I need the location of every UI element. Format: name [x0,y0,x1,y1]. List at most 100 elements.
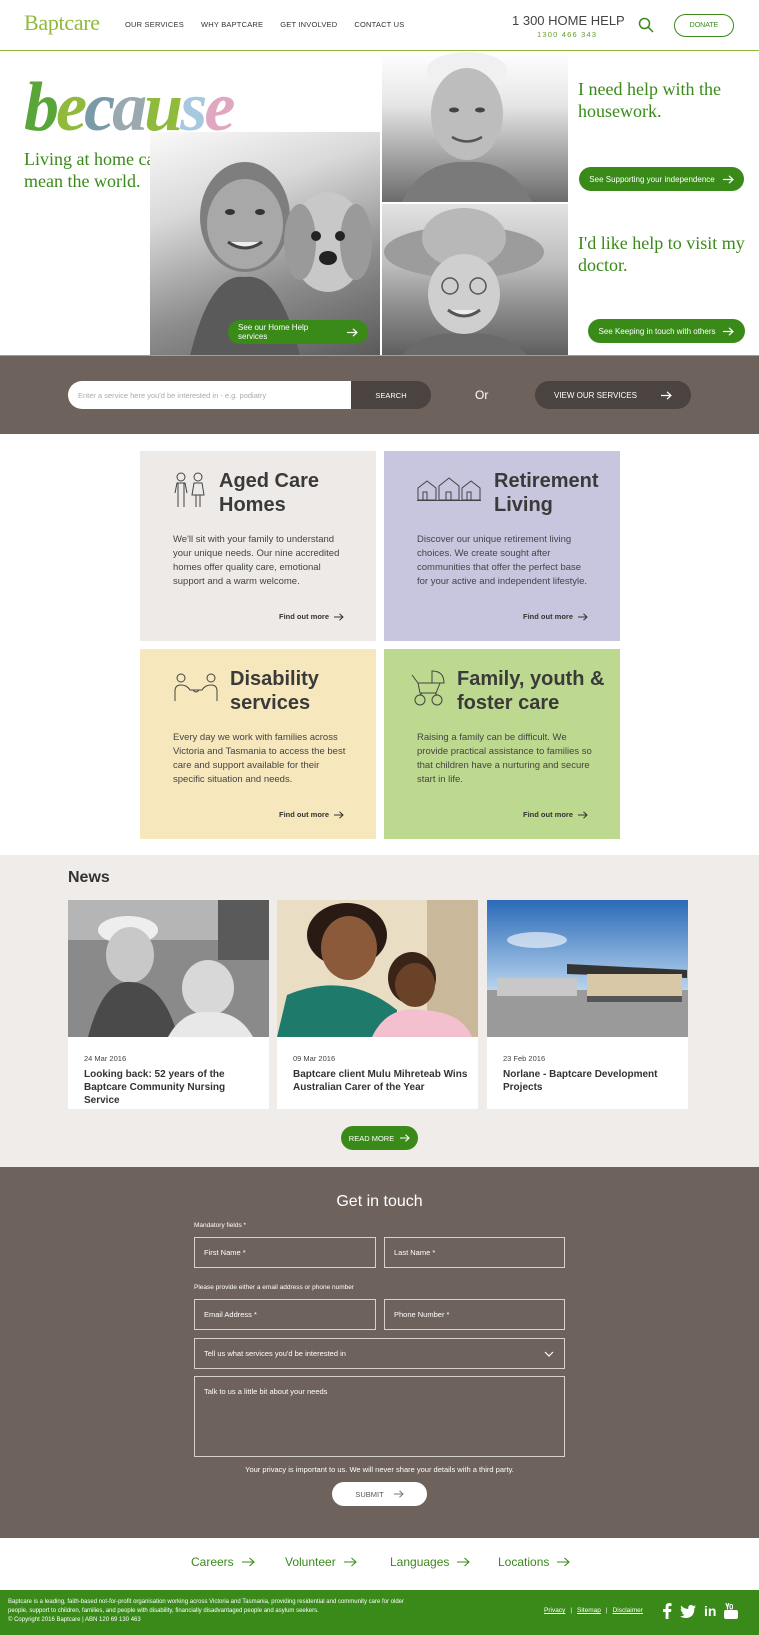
card-title: Family, youth & foster care [457,668,605,714]
arrow-right-icon [723,326,735,336]
facebook-icon[interactable] [662,1603,672,1619]
hero-banner: because because Living at home can mean … [0,52,759,356]
carer-and-child-photo [277,900,478,1037]
donate-button[interactable]: DONATE [674,14,734,37]
news-card[interactable]: 23 Feb 2016 Norlane - Baptcare Developme… [487,900,688,1109]
volunteer-label: Volunteer [285,1555,336,1569]
news-title[interactable]: Norlane - Baptcare Development Projects [503,1068,681,1094]
search-button[interactable]: SEARCH [351,381,431,409]
first-name-field[interactable]: First Name * [194,1237,376,1268]
find-out-more-label: Find out more [279,612,329,621]
last-name-field[interactable]: Last Name * [384,1237,565,1268]
services-select-label: Tell us what services you'd be intereste… [204,1349,346,1358]
site-footer: Baptcare is a leading, faith-based not-f… [0,1590,759,1635]
news-section: News 24 Mar 2016 Looking back: 52 years … [0,855,759,1167]
languages-label: Languages [390,1555,450,1569]
keeping-in-touch-label: See Keeping in touch with others [598,326,716,336]
card-family-youth-foster[interactable]: Family, youth & foster care Raising a fa… [384,649,620,839]
view-our-services-button[interactable]: VIEW OUR SERVICES [535,381,691,409]
careers-link[interactable]: Careers [191,1555,255,1569]
card-aged-care-homes[interactable]: Aged Care Homes We'll sit with your fami… [140,451,376,641]
card-body: Raising a family can be difficult. We pr… [417,732,592,785]
keeping-in-touch-button[interactable]: See Keeping in touch with others [588,319,745,343]
view-our-services-label: VIEW OUR SERVICES [554,390,637,400]
linkedin-icon[interactable]: in [704,1603,716,1619]
phone-number[interactable]: 1300 466 343 [537,30,597,39]
news-date: 09 Mar 2016 [293,1054,336,1063]
card-title: Disability services [230,668,319,714]
find-out-more-link[interactable]: Find out more [523,612,588,621]
arrow-right-icon [343,1557,357,1567]
youtube-icon[interactable] [724,1603,739,1619]
supporting-independence-label: See Supporting your independence [589,174,715,184]
twitter-icon[interactable] [680,1604,696,1618]
nav-why-baptcare[interactable]: WHY BAPTCARE [201,20,263,29]
read-more-label: READ MORE [348,1133,395,1143]
main-nav: OUR SERVICES WHY BAPTCARE GET INVOLVED C… [125,20,404,29]
development-building-photo [487,900,688,1037]
languages-link[interactable]: Languages [390,1555,471,1569]
arrow-right-icon [660,390,672,400]
arrow-right-icon [557,1557,571,1567]
arrow-right-icon [722,174,734,184]
nav-get-involved[interactable]: GET INVOLVED [280,20,337,29]
card-body: Every day we work with families across V… [173,732,346,785]
nav-our-services[interactable]: OUR SERVICES [125,20,184,29]
arrow-right-icon [400,1134,411,1142]
logo[interactable]: Baptcare [24,10,100,36]
hero-quote-doctor: I'd like help to visit my doctor. [578,233,745,275]
disclaimer-link[interactable]: Disclaimer [613,1607,643,1614]
needs-textarea[interactable]: Talk to us a little bit about your needs [194,1376,565,1457]
needs-placeholder: Talk to us a little bit about your needs [204,1387,328,1396]
mandatory-note: Mandatory fields * [194,1222,247,1229]
card-title: Retirement Living [494,470,599,516]
footer-copyright: © Copyright 2016 Baptcare | ABN 120 69 1… [8,1617,141,1623]
news-title[interactable]: Looking back: 52 years of the Baptcare C… [84,1068,262,1107]
contact-section: Get in touch Mandatory fields * First Na… [0,1167,759,1538]
news-date: 23 Feb 2016 [503,1054,546,1063]
nurses-archive-photo [68,900,269,1037]
search-icon[interactable] [638,17,654,33]
service-search-band: Enter a service here you'd be interested… [0,356,759,434]
footer-about: Baptcare is a leading, faith-based not-f… [8,1598,408,1625]
nav-contact-us[interactable]: CONTACT US [354,20,404,29]
sitemap-link[interactable]: Sitemap [577,1607,601,1614]
email-field[interactable]: Email Address * [194,1299,376,1330]
news-title[interactable]: Baptcare client Mulu Mihreteab Wins Aust… [293,1068,471,1094]
card-disability-services[interactable]: Disability services Every day we work wi… [140,649,376,839]
privacy-link[interactable]: Privacy [544,1607,565,1614]
elderly-man-photo [382,52,568,202]
home-help-services-label: See our Home Help services [238,323,309,341]
home-help-services-button[interactable]: See our Home Help services [228,320,368,344]
read-more-button[interactable]: READ MORE [341,1126,418,1150]
news-card[interactable]: 09 Mar 2016 Baptcare client Mulu Mihrete… [277,900,478,1109]
find-out-more-link[interactable]: Find out more [523,810,588,819]
separator: | [605,1607,608,1614]
find-out-more-label: Find out more [279,810,329,819]
arrow-right-icon [347,327,358,337]
site-header: Baptcare OUR SERVICES WHY BAPTCARE GET I… [0,0,759,51]
phone-heading[interactable]: 1 300 HOME HELP [512,13,625,28]
people-icon [174,472,205,507]
arrow-right-icon [334,612,344,621]
find-out-more-label: Find out more [523,612,573,621]
news-card[interactable]: 24 Mar 2016 Looking back: 52 years of th… [68,900,269,1109]
phone-field[interactable]: Phone Number * [384,1299,565,1330]
locations-label: Locations [498,1555,550,1569]
find-out-more-link[interactable]: Find out more [279,810,344,819]
chevron-down-icon [544,1351,554,1357]
arrow-right-icon [578,612,588,621]
service-search-input[interactable]: Enter a service here you'd be interested… [68,381,351,409]
locations-link[interactable]: Locations [498,1555,571,1569]
stroller-icon [411,670,445,706]
find-out-more-link[interactable]: Find out more [279,612,344,621]
find-out-more-label: Find out more [523,810,573,819]
volunteer-link[interactable]: Volunteer [285,1555,357,1569]
card-retirement-living[interactable]: Retirement Living Discover our unique re… [384,451,620,641]
submit-button[interactable]: SUBMIT [332,1482,427,1506]
or-label: Or [475,388,489,402]
separator: | [570,1607,573,1614]
supporting-independence-button[interactable]: See Supporting your independence [579,167,744,191]
services-select[interactable]: Tell us what services you'd be intereste… [194,1338,565,1369]
arrow-right-icon [334,810,344,819]
